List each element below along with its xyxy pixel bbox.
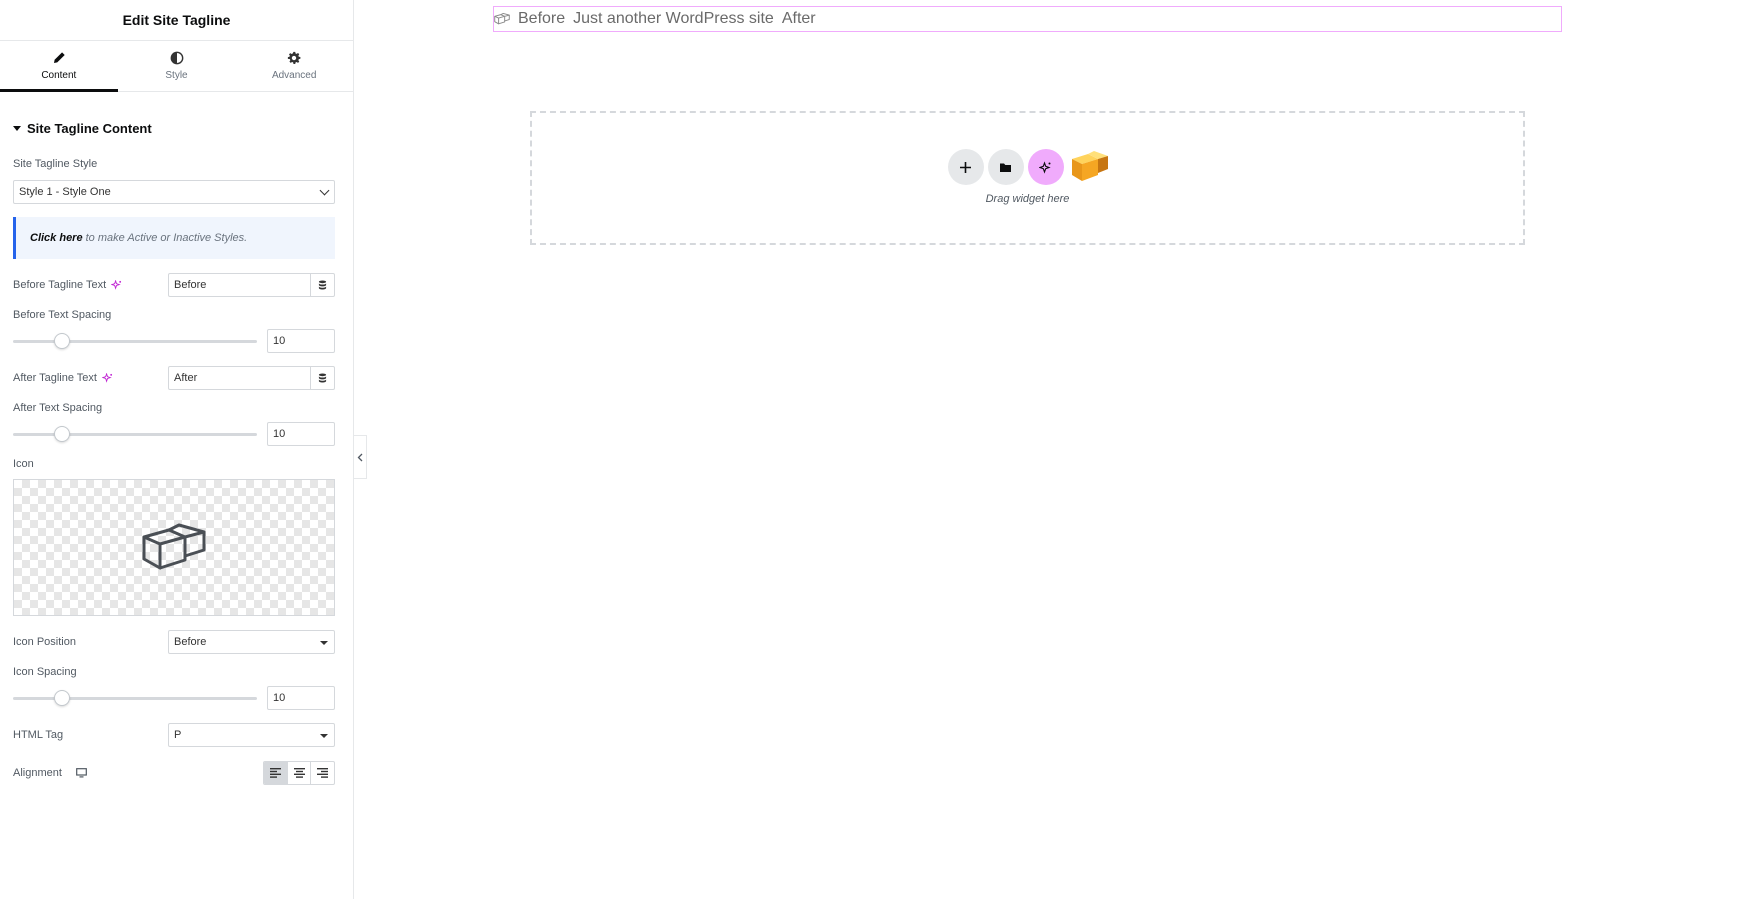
html-tag-value: P: [174, 729, 182, 741]
slider-thumb[interactable]: [53, 333, 70, 349]
align-right-button[interactable]: [311, 762, 334, 784]
empty-section-dropzone[interactable]: Drag widget here: [530, 111, 1525, 245]
chevron-down-icon: [319, 185, 330, 196]
add-template-button[interactable]: [987, 149, 1024, 185]
dynamic-tags-button[interactable]: [310, 274, 334, 296]
before-spacing-input[interactable]: 10: [267, 329, 335, 353]
section-toggle[interactable]: Site Tagline Content: [13, 121, 152, 136]
chevron-left-icon: [357, 453, 363, 461]
addon-logo-icon[interactable]: [1070, 149, 1110, 185]
notice-link[interactable]: Click here: [30, 232, 83, 244]
panel-title: Edit Site Tagline: [0, 0, 353, 41]
section-title: Site Tagline Content: [27, 121, 152, 136]
before-spacing-slider[interactable]: [13, 331, 257, 351]
alignment-choices: [263, 761, 335, 785]
tab-content[interactable]: Content: [0, 41, 118, 92]
icon-spacing-slider[interactable]: [13, 688, 257, 708]
before-spacing-label: Before Text Spacing: [13, 309, 112, 321]
before-text-value: Before: [174, 279, 207, 291]
html-tag-select[interactable]: P: [168, 723, 335, 747]
tagline-style-value: Style 1 - Style One: [19, 186, 111, 198]
icon-picker[interactable]: [13, 479, 335, 616]
icon-label: Icon: [13, 458, 34, 470]
pencil-icon: [53, 52, 65, 63]
icon-position-select[interactable]: Before: [168, 630, 335, 654]
dynamic-tags-button[interactable]: [310, 367, 334, 389]
ai-sparkle-icon: [1039, 160, 1051, 174]
panel-tabs: Content Style Advanced: [0, 41, 353, 92]
before-text-input[interactable]: Before: [168, 273, 335, 297]
align-left-button[interactable]: [264, 762, 288, 784]
ai-sparkle-icon[interactable]: [111, 279, 122, 291]
tagline-text: Just another WordPress site: [573, 10, 774, 27]
tab-content-label: Content: [41, 70, 77, 81]
after-text-value: After: [174, 372, 198, 384]
after-spacing-input[interactable]: 10: [267, 422, 335, 446]
database-icon: [318, 373, 327, 383]
tab-advanced[interactable]: Advanced: [235, 41, 353, 91]
site-tagline-widget[interactable]: Before Just another WordPress site After: [493, 6, 1562, 32]
ai-sparkle-icon[interactable]: [101, 372, 113, 384]
alignment-label: Alignment: [13, 767, 62, 779]
collapse-panel-button[interactable]: [354, 435, 367, 479]
alignment-label-row: Alignment: [13, 767, 87, 779]
icon-position-label: Icon Position: [13, 636, 76, 648]
tagline-style-label: Site Tagline Style: [13, 158, 98, 170]
align-right-icon: [317, 768, 329, 778]
caret-down-icon: [320, 734, 328, 738]
before-text-label: Before Tagline Text: [13, 279, 107, 291]
add-section-button[interactable]: [947, 149, 984, 185]
after-text-label: After Tagline Text: [13, 372, 97, 384]
tagline-style-select[interactable]: Style 1 - Style One: [13, 180, 335, 204]
desktop-icon[interactable]: [76, 768, 87, 778]
editor-panel: Edit Site Tagline Content Style Advanced…: [0, 0, 354, 899]
tab-style[interactable]: Style: [118, 41, 236, 91]
folder-icon: [1000, 163, 1011, 172]
slider-thumb[interactable]: [53, 426, 70, 442]
box-icon: [142, 523, 206, 569]
caret-down-icon: [13, 126, 21, 131]
icon-spacing-input[interactable]: 10: [267, 686, 335, 710]
caret-down-icon: [320, 641, 328, 645]
tagline-after-text: After: [781, 10, 816, 27]
after-text-input[interactable]: After: [168, 366, 335, 390]
after-spacing-label: After Text Spacing: [13, 402, 103, 414]
dropzone-actions: [946, 149, 1110, 185]
after-text-label-row: After Tagline Text: [13, 372, 113, 384]
plus-icon: [960, 161, 971, 173]
tab-style-label: Style: [165, 70, 188, 81]
tagline-before-text: Before: [518, 10, 566, 27]
before-text-label-row: Before Tagline Text: [13, 279, 122, 291]
slider-track: [13, 433, 257, 436]
notice-text: to make Active or Inactive Styles.: [85, 232, 248, 244]
dropzone-hint: Drag widget here: [985, 193, 1070, 205]
align-center-button[interactable]: [288, 762, 312, 784]
icon-position-value: Before: [174, 636, 207, 648]
styles-notice: Click here to make Active or Inactive St…: [13, 217, 335, 259]
icon-spacing-label: Icon Spacing: [13, 666, 77, 678]
align-center-icon: [293, 768, 305, 778]
box-icon: [494, 12, 510, 25]
slider-track: [13, 340, 257, 343]
gear-icon: [288, 51, 301, 64]
slider-track: [13, 697, 257, 700]
html-tag-label: HTML Tag: [13, 729, 64, 741]
tab-advanced-label: Advanced: [271, 70, 317, 81]
database-icon: [318, 280, 327, 290]
align-left-icon: [269, 768, 281, 778]
ai-generate-button[interactable]: [1027, 149, 1064, 185]
slider-thumb[interactable]: [53, 690, 70, 706]
after-spacing-slider[interactable]: [13, 424, 257, 444]
half-circle-icon: [170, 51, 183, 65]
